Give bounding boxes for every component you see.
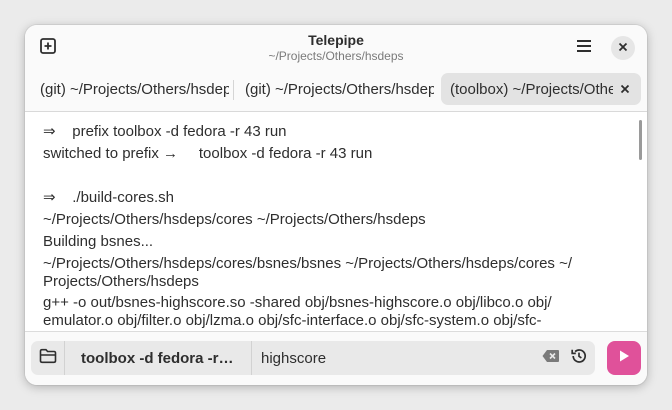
tab-close-button[interactable] — [613, 77, 637, 101]
window-title-group: Telepipe ~/Projects/Others/hsdeps — [175, 32, 497, 64]
terminal-line: ⇒ ./build-cores.sh — [43, 189, 174, 206]
terminal-line: ~/Projects/Others/hsdeps/cores/bsnes/bsn… — [43, 255, 573, 272]
window-subtitle: ~/Projects/Others/hsdeps — [268, 49, 404, 63]
tab-label: (toolbox) ~/Projects/Others/hsdeps — [450, 80, 613, 98]
tab-separator — [233, 80, 234, 100]
terminal-line: Building bsnes... — [43, 233, 154, 250]
command-input[interactable] — [253, 341, 539, 375]
hamburger-menu-icon — [575, 37, 593, 60]
tab-label: (git) ~/Projects/Others/hsdeps — [40, 80, 229, 98]
history-icon — [570, 347, 588, 370]
run-button[interactable] — [607, 341, 641, 375]
command-bar: toolbox -d fedora -r 43 run — [25, 331, 647, 385]
history-button[interactable] — [563, 341, 595, 375]
backspace-clear-icon — [542, 349, 560, 368]
clear-input-button[interactable] — [542, 349, 560, 367]
command-group: toolbox -d fedora -r 43 run — [31, 341, 595, 375]
prefix-selector-button[interactable]: toolbox -d fedora -r 43 run — [65, 341, 251, 375]
prefix-label: toolbox -d fedora -r 43 run — [81, 349, 237, 367]
terminal-line: switched to prefix → toolbox -d fedora -… — [43, 145, 373, 162]
terminal-scrollbar[interactable] — [639, 120, 642, 160]
terminal-line: Projects/Others/hsdeps — [43, 273, 199, 290]
close-icon — [620, 81, 630, 98]
play-icon — [617, 349, 631, 368]
terminal-line: ~/Projects/Others/hsdeps/cores ~/Project… — [43, 211, 426, 228]
tab-new-icon — [39, 37, 57, 60]
open-folder-button[interactable] — [31, 341, 64, 375]
group-separator — [251, 341, 252, 375]
telepipe-window: Telepipe ~/Projects/Others/hsdeps (git) … — [25, 25, 647, 385]
window-title: Telepipe — [308, 32, 364, 48]
close-icon — [618, 39, 628, 57]
tab-label: (git) ~/Projects/Others/hsdeps — [245, 80, 434, 98]
terminal-line: g++ -o out/bsnes-highscore.so -shared ob… — [43, 294, 552, 311]
tab-2[interactable]: (git) ~/Projects/Others/hsdeps — [236, 73, 434, 105]
main-menu-button[interactable] — [567, 31, 601, 65]
header-bar: Telepipe ~/Projects/Others/hsdeps — [25, 25, 647, 72]
terminal-output[interactable]: ⇒ prefix toolbox -d fedora -r 43 run swi… — [25, 112, 647, 331]
window-close-button[interactable] — [611, 36, 635, 60]
new-tab-button[interactable] — [31, 31, 65, 65]
tab-3-active[interactable]: (toolbox) ~/Projects/Others/hsdeps — [441, 73, 641, 105]
terminal-line: emulator.o obj/filter.o obj/lzma.o obj/s… — [43, 312, 542, 329]
tab-bar: (git) ~/Projects/Others/hsdeps (git) ~/P… — [25, 72, 647, 112]
terminal-line: ⇒ prefix toolbox -d fedora -r 43 run — [43, 123, 287, 140]
folder-icon — [39, 348, 57, 369]
tab-1[interactable]: (git) ~/Projects/Others/hsdeps — [31, 73, 229, 105]
